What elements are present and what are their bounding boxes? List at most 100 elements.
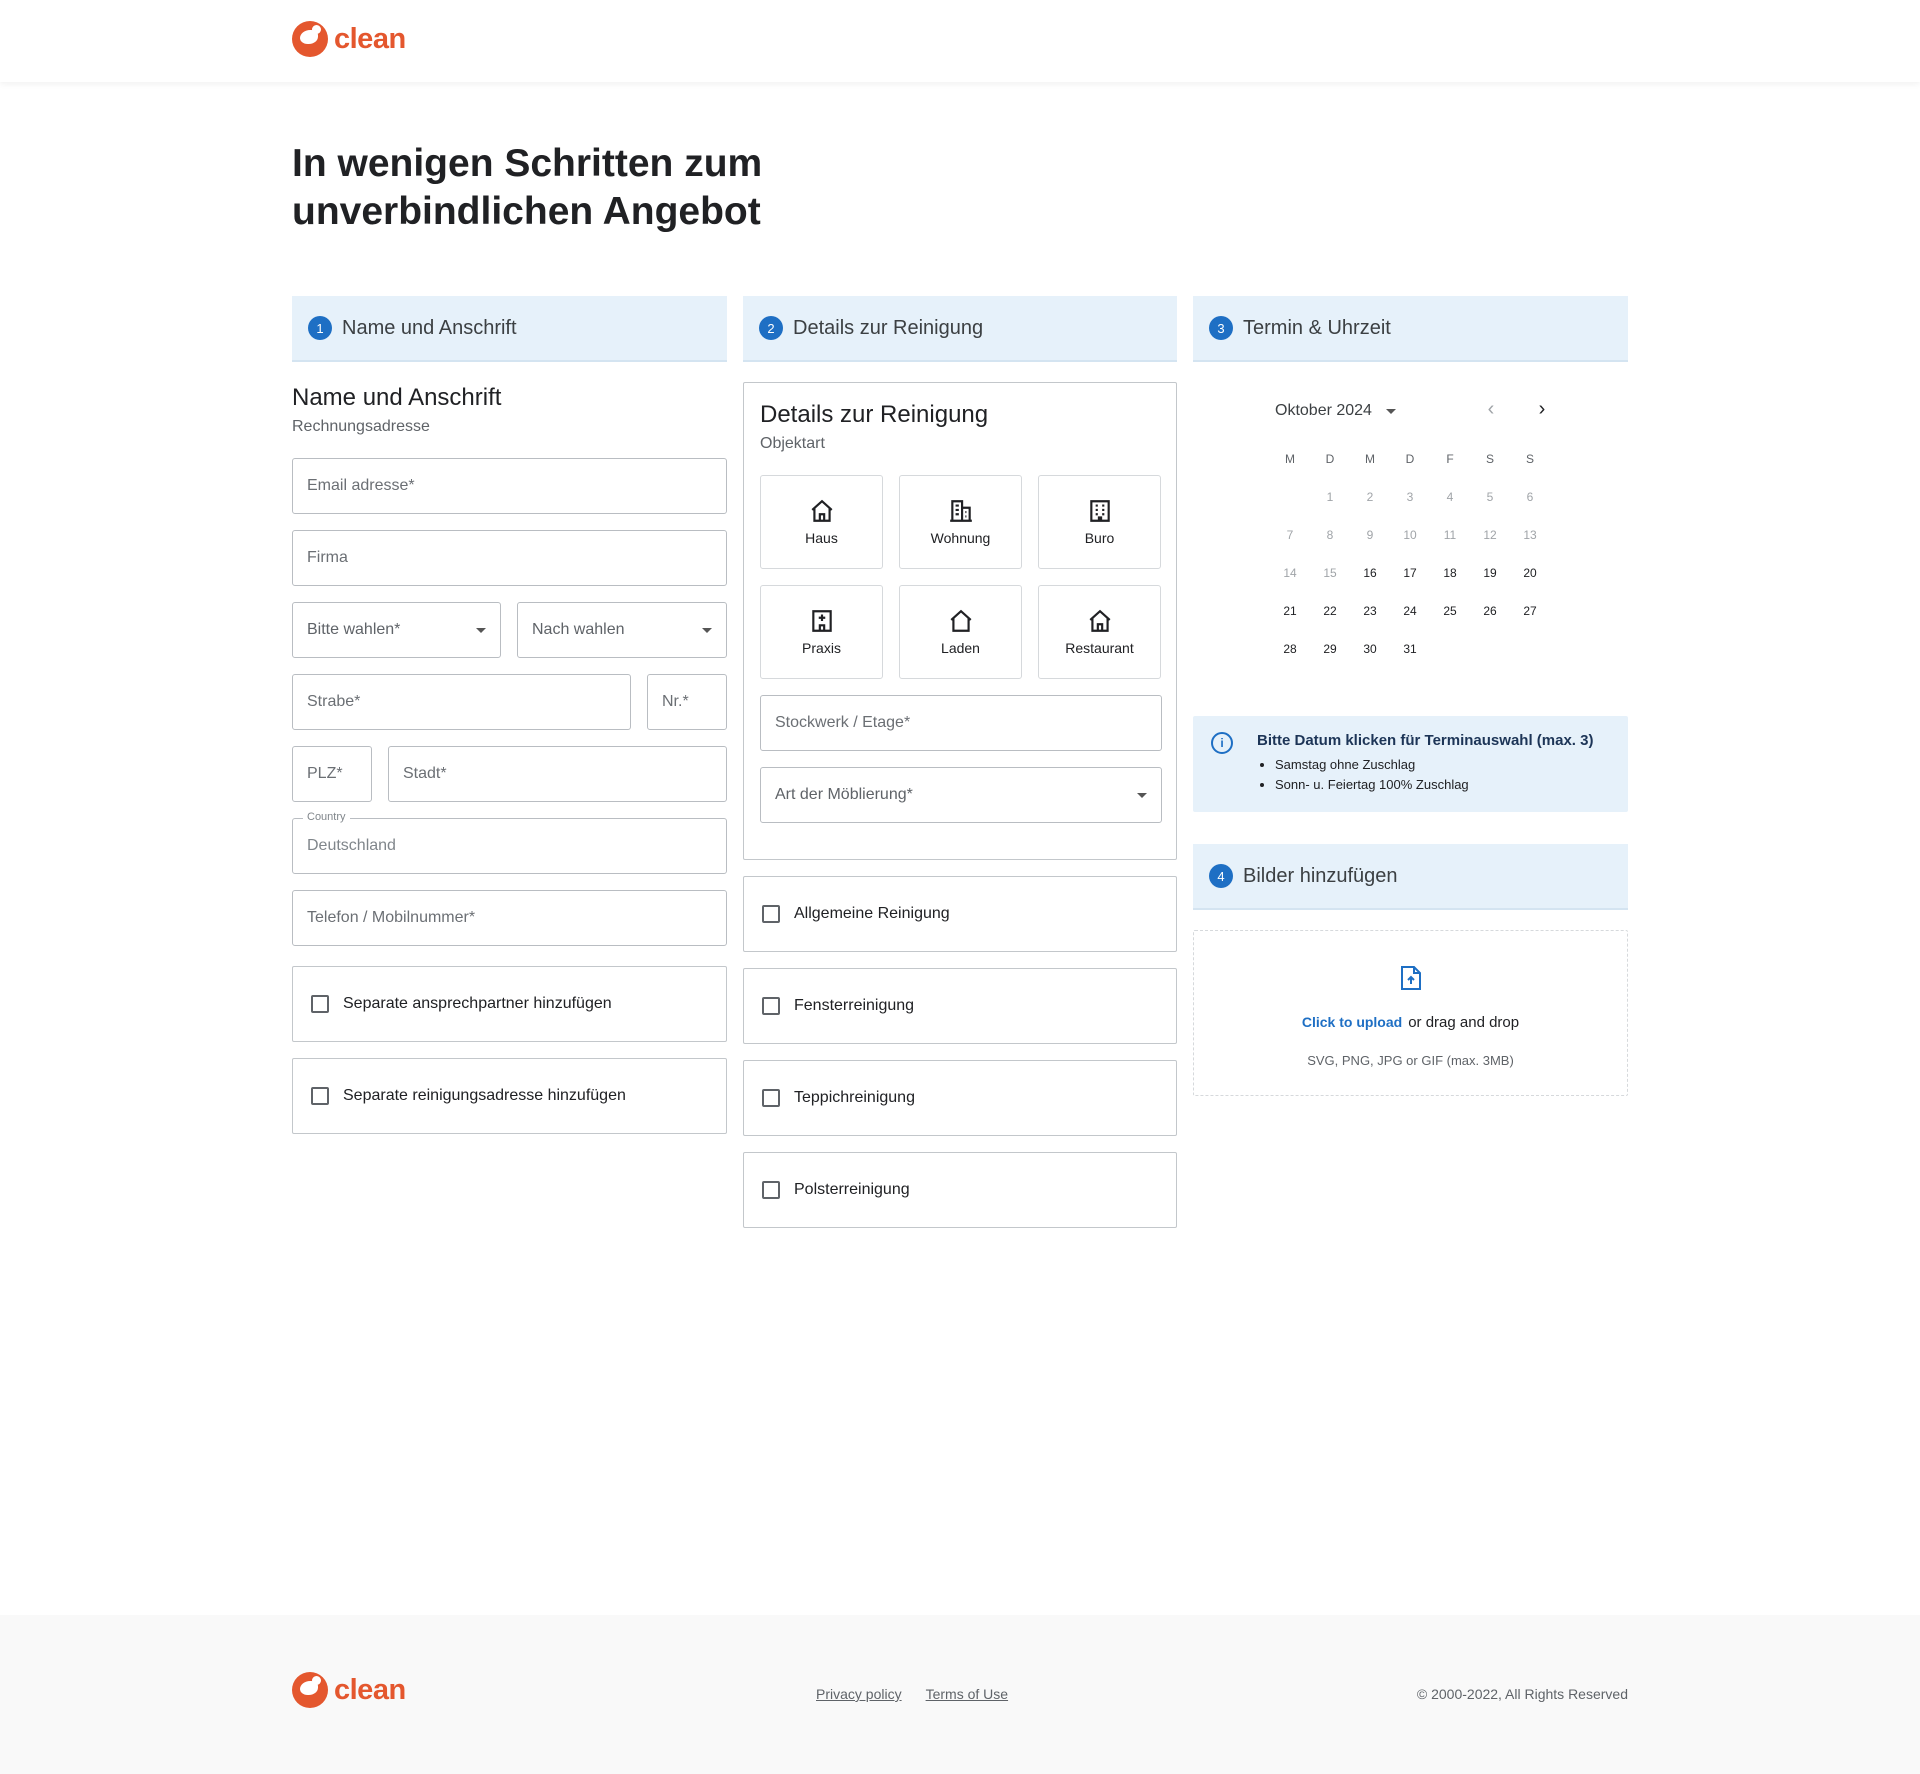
checkbox[interactable] bbox=[311, 995, 329, 1013]
next-month-button[interactable]: › bbox=[1531, 398, 1553, 420]
title-value: Nach wahlen bbox=[532, 621, 625, 638]
calendar-day[interactable]: 29 bbox=[1310, 630, 1350, 668]
country-field[interactable]: Country Deutschland bbox=[292, 811, 727, 874]
tile-label: Haus bbox=[805, 530, 838, 546]
top-header: clean bbox=[0, 0, 1920, 82]
service-carpet-cleaning[interactable]: Teppichreinigung bbox=[743, 1060, 1177, 1136]
weekday-label: M bbox=[1365, 452, 1375, 466]
service-upholstery-cleaning[interactable]: Polsterreinigung bbox=[743, 1152, 1177, 1228]
upload-instructions: Click to upload or drag and drop bbox=[1194, 1014, 1627, 1031]
prev-month-button[interactable]: ‹ bbox=[1480, 398, 1502, 420]
calendar-day[interactable]: 23 bbox=[1350, 592, 1390, 630]
step-header-1: 1 Name und Anschrift bbox=[292, 296, 727, 362]
country-label: Country bbox=[303, 811, 350, 823]
property-tile-laden[interactable]: Laden bbox=[899, 585, 1022, 679]
city-field[interactable] bbox=[388, 746, 727, 802]
calendar-day[interactable]: 22 bbox=[1310, 592, 1350, 630]
calendar-day: 15 bbox=[1323, 566, 1337, 580]
info-item: Sonn- u. Feiertag 100% Zuschlag bbox=[1275, 775, 1610, 795]
title-select[interactable]: Nach wahlen bbox=[517, 602, 727, 658]
checkbox-label: Fensterreinigung bbox=[794, 997, 915, 1014]
furnishing-select[interactable]: Art der Möblierung* bbox=[760, 767, 1162, 823]
floor-input[interactable] bbox=[775, 714, 1147, 732]
service-window-cleaning[interactable]: Fensterreinigung bbox=[743, 968, 1177, 1044]
logo-icon bbox=[292, 1672, 328, 1708]
country-value: Deutschland bbox=[307, 837, 396, 854]
calendar-day: 9 bbox=[1366, 528, 1374, 542]
email-input[interactable] bbox=[307, 477, 712, 495]
dropdown-caret-icon bbox=[476, 627, 486, 633]
cleaning-address-option[interactable]: Separate reinigungsadresse hinzufügen bbox=[292, 1058, 727, 1134]
page-title: In wenigen Schritten zum unverbindlichen… bbox=[292, 142, 763, 233]
checkbox[interactable] bbox=[762, 1089, 780, 1107]
step-title: Details zur Reinigung bbox=[793, 316, 984, 339]
checkbox-label: Allgemeine Reinigung bbox=[794, 905, 950, 922]
calendar-day[interactable]: 24 bbox=[1390, 592, 1430, 630]
calendar-day: 8 bbox=[1326, 528, 1334, 542]
city-input[interactable] bbox=[403, 765, 712, 783]
calendar-day[interactable]: 27 bbox=[1510, 592, 1550, 630]
contact-person-option[interactable]: Separate ansprechpartner hinzufügen bbox=[292, 966, 727, 1042]
privacy-policy-link[interactable]: Privacy policy bbox=[816, 1686, 902, 1702]
calendar-day[interactable]: 30 bbox=[1350, 630, 1390, 668]
step-title: Name und Anschrift bbox=[342, 316, 517, 339]
calendar-day[interactable]: 18 bbox=[1430, 554, 1470, 592]
checkbox[interactable] bbox=[311, 1087, 329, 1105]
salutation-select[interactable]: Bitte wahlen* bbox=[292, 602, 501, 658]
brand-logo[interactable]: clean bbox=[292, 21, 406, 57]
upload-link[interactable]: Click to upload bbox=[1302, 1014, 1402, 1030]
checkbox-label: Separate ansprechpartner hinzufügen bbox=[343, 995, 612, 1012]
calendar-day[interactable]: 21 bbox=[1270, 592, 1310, 630]
property-tile-praxis[interactable]: Praxis bbox=[760, 585, 883, 679]
restaurant-icon bbox=[1089, 609, 1110, 632]
footer-logo[interactable]: clean bbox=[292, 1672, 406, 1708]
tile-label: Restaurant bbox=[1065, 640, 1134, 656]
zip-field[interactable] bbox=[292, 746, 372, 802]
calendar-month-label: Oktober 2024 bbox=[1275, 402, 1372, 419]
calendar-day[interactable]: 26 bbox=[1470, 592, 1510, 630]
file-upload-icon bbox=[1401, 966, 1421, 990]
email-field[interactable] bbox=[292, 458, 727, 514]
info-box: i Bitte Datum klicken für Terminauswahl … bbox=[1193, 716, 1628, 812]
property-tile-restaurant[interactable]: Restaurant bbox=[1038, 585, 1161, 679]
shop-icon bbox=[950, 609, 971, 632]
company-input[interactable] bbox=[307, 549, 712, 567]
zip-input[interactable] bbox=[307, 765, 357, 783]
dropdown-caret-icon bbox=[1137, 792, 1147, 798]
calendar-day[interactable]: 20 bbox=[1510, 554, 1550, 592]
phone-field[interactable] bbox=[292, 890, 727, 946]
property-tile-buro[interactable]: Buro bbox=[1038, 475, 1161, 569]
checkbox[interactable] bbox=[762, 905, 780, 923]
tile-label: Buro bbox=[1084, 530, 1115, 546]
property-tile-wohnung[interactable]: Wohnung bbox=[899, 475, 1022, 569]
calendar-blank bbox=[1270, 478, 1310, 516]
calendar-day[interactable]: 17 bbox=[1390, 554, 1430, 592]
floor-field[interactable] bbox=[760, 695, 1162, 751]
calendar-day[interactable]: 25 bbox=[1430, 592, 1470, 630]
company-field[interactable] bbox=[292, 530, 727, 586]
calendar-day[interactable]: 28 bbox=[1270, 630, 1310, 668]
step-header-3: 3 Termin & Uhrzeit bbox=[1193, 296, 1628, 362]
dropdown-caret-icon bbox=[702, 627, 712, 633]
terms-of-use-link[interactable]: Terms of Use bbox=[926, 1686, 1008, 1702]
checkbox-label: Polsterreinigung bbox=[794, 1181, 910, 1198]
phone-input[interactable] bbox=[307, 909, 712, 927]
checkbox[interactable] bbox=[762, 1181, 780, 1199]
info-icon: i bbox=[1211, 732, 1233, 754]
service-general-cleaning[interactable]: Allgemeine Reinigung bbox=[743, 876, 1177, 952]
copyright: © 2000-2022, All Rights Reserved bbox=[1416, 1686, 1628, 1702]
calendar-day: 5 bbox=[1486, 490, 1494, 504]
calendar-day[interactable]: 19 bbox=[1470, 554, 1510, 592]
street-input[interactable] bbox=[307, 693, 616, 711]
upload-dropzone[interactable]: Click to upload or drag and drop SVG, PNG… bbox=[1193, 930, 1628, 1096]
checkbox-label: Separate reinigungsadresse hinzufügen bbox=[343, 1087, 626, 1104]
street-field[interactable] bbox=[292, 674, 631, 730]
checkbox[interactable] bbox=[762, 997, 780, 1015]
upload-text: or drag and drop bbox=[1408, 1014, 1520, 1031]
house-number-input[interactable] bbox=[662, 693, 712, 711]
calendar-day[interactable]: 16 bbox=[1350, 554, 1390, 592]
house-number-field[interactable] bbox=[647, 674, 727, 730]
calendar-day[interactable]: 31 bbox=[1390, 630, 1430, 668]
calendar-month-picker[interactable]: Oktober 2024 bbox=[1275, 402, 1396, 420]
property-tile-haus[interactable]: Haus bbox=[760, 475, 883, 569]
